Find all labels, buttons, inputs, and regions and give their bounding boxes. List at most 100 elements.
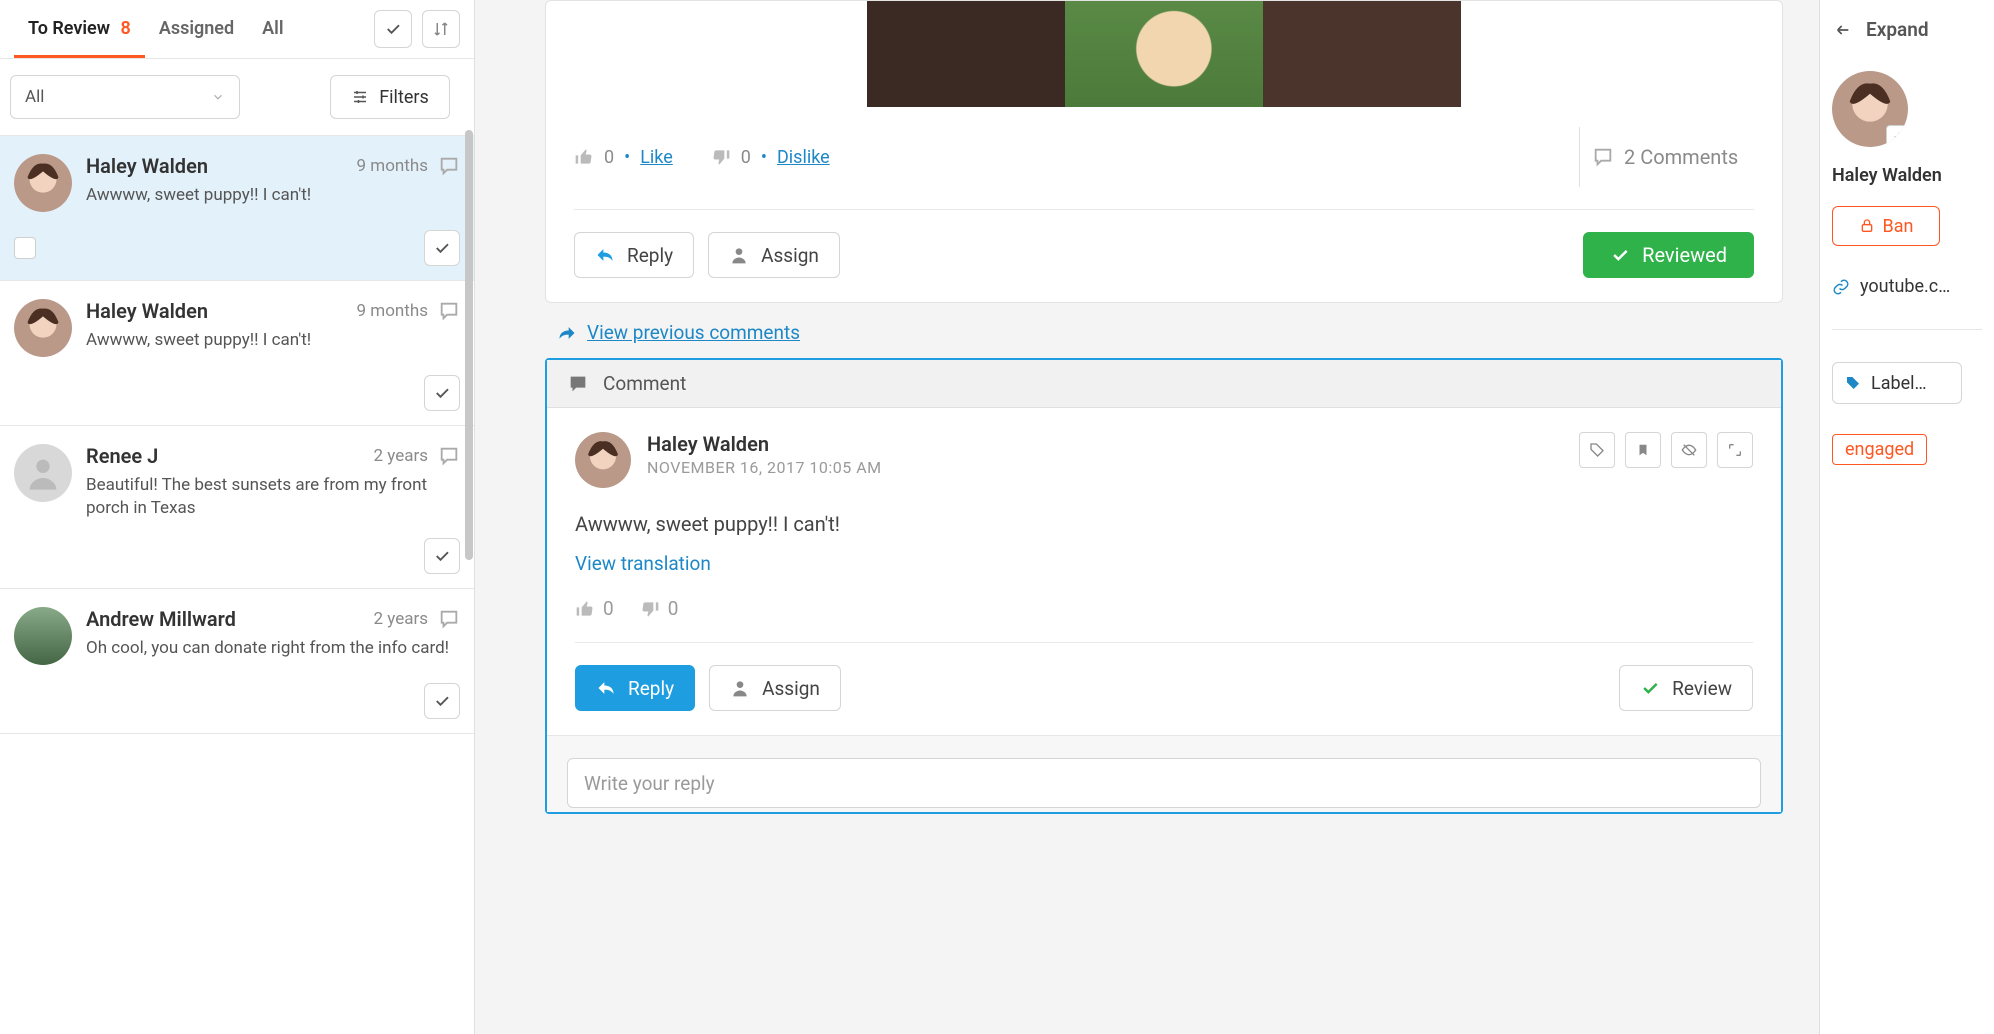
comment-icon: [438, 445, 460, 467]
profile-link[interactable]: youtube.c…: [1832, 276, 1982, 297]
comment-author: Haley Walden: [647, 432, 882, 456]
inbox-sidebar: To Review 8 Assigned All All Filters: [0, 0, 475, 1034]
scrollbar[interactable]: [464, 130, 474, 580]
list-item[interactable]: Andrew Millward 2 years Oh cool, you can…: [0, 589, 474, 734]
media-thumb[interactable]: [1263, 1, 1461, 107]
comment-icon: [438, 608, 460, 630]
expand-button[interactable]: [1717, 432, 1753, 468]
tab-to-review-label: To Review: [28, 18, 110, 39]
thumbs-up-icon: [575, 599, 595, 619]
item-age: 9 months: [357, 156, 428, 176]
media-thumb[interactable]: [867, 1, 1065, 107]
mark-reviewed-button[interactable]: [424, 683, 460, 719]
filter-select-label: All: [25, 87, 44, 107]
item-author: Andrew Millward: [86, 607, 236, 631]
comment-card: Comment Haley Walden NOVEMBER 16, 2017 1…: [545, 358, 1783, 814]
select-checkbox[interactable]: [14, 237, 36, 259]
mark-reviewed-button[interactable]: [424, 538, 460, 574]
bookmark-icon: [1636, 442, 1650, 458]
chevron-down-icon: [211, 90, 225, 104]
check-icon: [384, 20, 402, 38]
star-badge[interactable]: [1886, 125, 1908, 147]
like-button[interactable]: Like: [640, 147, 673, 168]
comment-icon: [438, 300, 460, 322]
comment-text: Awwww, sweet puppy!! I can't!: [575, 512, 1753, 536]
link-icon: [1832, 278, 1850, 296]
check-icon: [433, 239, 451, 257]
post-card: 0 • Like 0 • Dislike 2 Comments Reply: [545, 0, 1783, 303]
item-author: Haley Walden: [86, 299, 208, 323]
tab-assigned[interactable]: Assigned: [145, 10, 248, 58]
arrow-left-icon: [1832, 22, 1854, 38]
person-icon: [730, 678, 750, 698]
comment-header: Comment: [547, 360, 1781, 408]
reply-button[interactable]: Reply: [574, 232, 694, 278]
ban-button[interactable]: Ban: [1832, 206, 1940, 246]
reply-icon: [596, 678, 616, 698]
item-preview: Beautiful! The best sunsets are from my …: [86, 474, 460, 520]
filters-button[interactable]: Filters: [330, 75, 450, 119]
sort-button[interactable]: [422, 10, 460, 48]
inbox-tabs: To Review 8 Assigned All: [0, 0, 474, 59]
expand-label: Expand: [1866, 18, 1929, 41]
filters-button-label: Filters: [379, 87, 429, 108]
list-item[interactable]: Haley Walden 9 months Awwww, sweet puppy…: [0, 136, 474, 281]
like-count: 0: [604, 147, 614, 168]
list-item[interactable]: Renee J 2 years Beautiful! The best suns…: [0, 426, 474, 589]
view-previous-comments-label: View previous comments: [587, 321, 800, 344]
item-author: Renee J: [86, 444, 158, 468]
mark-reviewed-button[interactable]: [424, 230, 460, 266]
label-button-text: Label…: [1871, 373, 1927, 394]
comment-dislikes: 0: [668, 597, 679, 620]
sliders-icon: [351, 88, 369, 106]
expand-icon: [1727, 442, 1743, 458]
list-item[interactable]: Haley Walden 9 months Awwww, sweet puppy…: [0, 281, 474, 426]
comment-assign-button[interactable]: Assign: [709, 665, 841, 711]
view-translation[interactable]: View translation: [575, 552, 1753, 575]
post-media: [867, 1, 1462, 107]
mark-all-reviewed-button[interactable]: [374, 10, 412, 48]
comment-header-label: Comment: [603, 372, 686, 395]
comment-timestamp: NOVEMBER 16, 2017 10:05 AM: [647, 458, 882, 477]
view-previous-comments[interactable]: View previous comments: [557, 321, 1783, 344]
profile-link-text: youtube.c…: [1860, 276, 1950, 297]
comment-reactions: 0 0: [575, 597, 1753, 620]
comment-actions: Reply Assign Review: [575, 665, 1753, 711]
item-age: 2 years: [373, 609, 428, 629]
comment-review-button[interactable]: Review: [1619, 665, 1753, 711]
filter-select[interactable]: All: [10, 75, 240, 119]
bookmark-button[interactable]: [1625, 432, 1661, 468]
reply-icon: [595, 245, 615, 265]
person-icon: [729, 245, 749, 265]
comment-icon: [438, 155, 460, 177]
comment-review-label: Review: [1672, 677, 1732, 700]
assign-button[interactable]: Assign: [708, 232, 840, 278]
item-preview: Awwww, sweet puppy!! I can't!: [86, 184, 460, 207]
comment-icon: [567, 373, 589, 395]
comment-reply-button[interactable]: Reply: [575, 665, 695, 711]
avatar: [575, 432, 631, 488]
profile-tag[interactable]: engaged: [1832, 434, 1927, 465]
dislike-button[interactable]: Dislike: [777, 147, 830, 168]
hide-button[interactable]: [1671, 432, 1707, 468]
tab-all[interactable]: All: [248, 10, 297, 58]
tag-button[interactable]: [1579, 432, 1615, 468]
avatar: [14, 444, 72, 502]
person-icon: [23, 453, 63, 493]
label-button[interactable]: Label…: [1832, 362, 1962, 404]
content-panel: 0 • Like 0 • Dislike 2 Comments Reply: [475, 0, 1819, 1034]
ban-button-label: Ban: [1883, 216, 1914, 237]
expand-sidebar[interactable]: Expand: [1832, 18, 1982, 41]
reviewed-button[interactable]: Reviewed: [1583, 232, 1754, 278]
dislike-count: 0: [741, 147, 751, 168]
media-thumb[interactable]: [1065, 1, 1263, 107]
tab-to-review-count: 8: [121, 18, 131, 39]
post-actions: Reply Assign Reviewed: [546, 232, 1782, 278]
avatar: [14, 154, 72, 212]
item-age: 9 months: [357, 301, 428, 321]
star-icon: [1892, 131, 1906, 145]
tag-icon: [1589, 442, 1605, 458]
tab-to-review[interactable]: To Review 8: [14, 10, 145, 58]
reply-input[interactable]: Write your reply: [567, 758, 1761, 808]
mark-reviewed-button[interactable]: [424, 375, 460, 411]
